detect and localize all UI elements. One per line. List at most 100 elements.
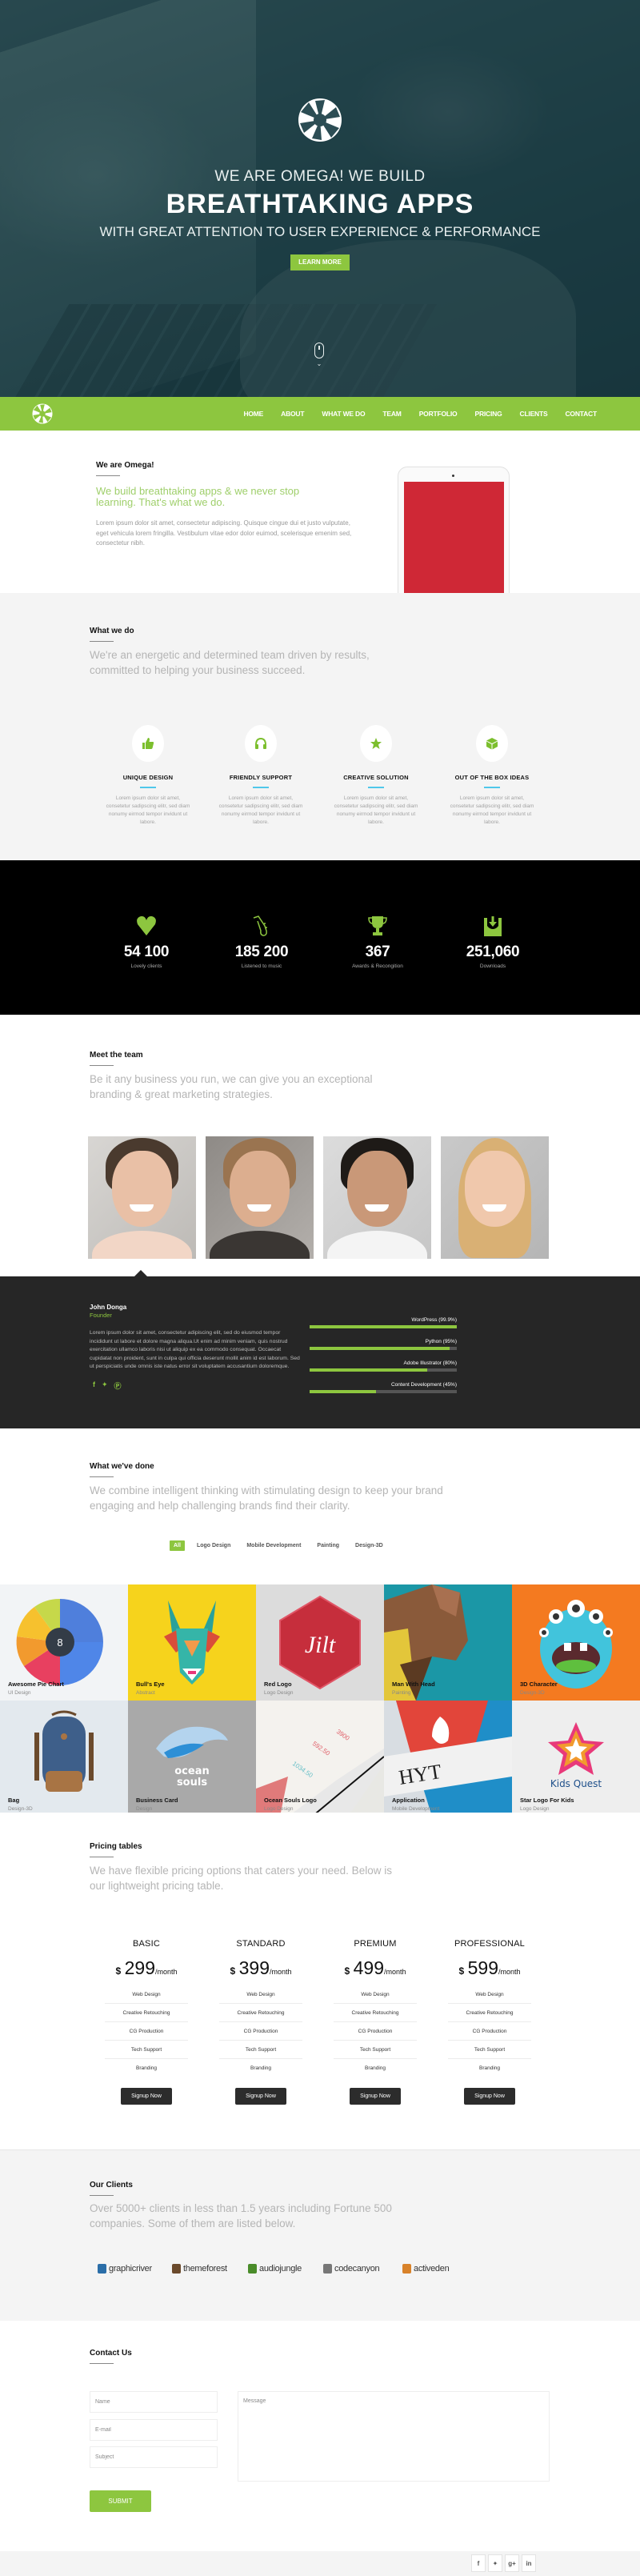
portfolio-item-title: Application [392, 1797, 425, 1804]
plan-period: /month [384, 1968, 406, 1976]
plan-feature: Web Design [448, 1985, 531, 2004]
service-description: Lorem ipsum dolor sit amet, consetetur s… [334, 795, 418, 825]
team-member-photo[interactable] [206, 1136, 314, 1259]
client-logo[interactable]: audiojungle [248, 2264, 302, 2274]
headphones-icon [255, 737, 266, 749]
member-role: Founder [90, 1312, 112, 1319]
signup-button[interactable]: Signup Now [235, 2088, 286, 2105]
section-label: Pricing tables [90, 1842, 142, 1857]
hero-kicker: WE ARE OMEGA! WE BUILD [214, 168, 426, 185]
client-name: activeden [414, 2264, 450, 2274]
portfolio-item[interactable]: 3D Character Design-3D [512, 1584, 640, 1701]
submit-button[interactable]: SUBMIT [90, 2490, 151, 2512]
skill-item: Python (95%) [310, 1339, 457, 1350]
learn-more-button[interactable]: LEARN MORE [290, 254, 350, 270]
service-description: Lorem ipsum dolor sit amet, consetetur s… [450, 795, 534, 825]
nav-item-about[interactable]: ABOUT [272, 397, 313, 431]
plan-period: /month [270, 1968, 292, 1976]
team-member-photo[interactable] [323, 1136, 431, 1259]
selected-member-pointer [134, 1270, 147, 1276]
linkedin-icon[interactable]: in [522, 2554, 536, 2572]
twitter-icon[interactable]: ✦ [102, 1380, 108, 1391]
team-member-photo[interactable] [441, 1136, 549, 1259]
service-icon-circle [476, 725, 508, 762]
email-field[interactable] [90, 2419, 218, 2441]
team-member-photo[interactable] [88, 1136, 196, 1259]
codecanyon-icon [323, 2264, 332, 2274]
signup-button[interactable]: Signup Now [350, 2088, 401, 2105]
service-card: OUT OF THE BOX IDEAS Lorem ipsum dolor s… [447, 725, 537, 827]
skills-list: WordPress (99.9%) Python (95%) Adobe Ill… [310, 1317, 457, 1404]
star-icon [370, 738, 382, 749]
google-plus-icon[interactable]: g+ [505, 2554, 519, 2572]
portfolio-item[interactable]: 8 Awesome Pie Chart UI Design [0, 1584, 128, 1701]
backpack-art [34, 1710, 94, 1792]
portfolio-item[interactable]: 3900 592.50 1034.50 Ocean Souls Logo Log… [256, 1701, 384, 1817]
nav-item-team[interactable]: TEAM [374, 397, 410, 431]
pinterest-icon[interactable]: Ⓟ [114, 1380, 122, 1391]
name-field[interactable] [90, 2391, 218, 2413]
nav-item-home[interactable]: HOME [234, 397, 272, 431]
member-social-links: f ✦ Ⓟ [93, 1380, 122, 1391]
mouse-scroll-icon[interactable] [314, 343, 324, 359]
client-logo[interactable]: activeden [402, 2264, 450, 2274]
trophy-icon [368, 916, 387, 935]
aperture-icon[interactable] [32, 403, 53, 424]
nav-item-what-we-do[interactable]: WHAT WE DO [313, 397, 374, 431]
portfolio-item-title: Bag [8, 1797, 20, 1804]
plan-features: Web Design Creative Retouching CG Produc… [102, 1985, 191, 2077]
service-title: CREATIVE SOLUTION [343, 774, 409, 781]
client-logo[interactable]: codecanyon [323, 2264, 380, 2274]
portfolio-item[interactable]: ocean souls Business Card Design [128, 1701, 256, 1817]
facebook-icon[interactable]: f [93, 1380, 95, 1391]
plan-price: $ 399/month [216, 1957, 306, 1979]
themeforest-icon [172, 2264, 181, 2274]
service-underline [253, 787, 269, 788]
filter-design-3d[interactable]: Design-3D [351, 1540, 387, 1551]
portfolio-item-category: Painting [392, 1690, 411, 1696]
signup-button[interactable]: Signup Now [121, 2088, 172, 2105]
portfolio-item[interactable]: Man With Head Painting [384, 1584, 512, 1701]
portfolio-item[interactable]: Bag Design-3D [0, 1701, 128, 1817]
member-smile [130, 1204, 154, 1212]
red-logo-art: Jilt [279, 1595, 361, 1690]
facebook-icon[interactable]: f [471, 2554, 486, 2572]
member-face [112, 1151, 172, 1227]
twitter-icon[interactable]: ✦ [488, 2554, 502, 2572]
portfolio-item[interactable]: Jilt Red Logo Logo Design [256, 1584, 384, 1701]
bull-mask-art [164, 1600, 220, 1685]
pricing-plan: BASIC $ 299/month Web Design Creative Re… [102, 1939, 191, 2105]
client-name: codecanyon [334, 2264, 380, 2274]
signup-button[interactable]: Signup Now [464, 2088, 515, 2105]
subject-field[interactable] [90, 2446, 218, 2468]
aperture-icon [298, 98, 342, 142]
filter-logo-design[interactable]: Logo Design [193, 1540, 234, 1551]
nav-item-portfolio[interactable]: PORTFOLIO [410, 397, 466, 431]
message-field[interactable] [238, 2391, 550, 2482]
client-name: graphicriver [109, 2264, 152, 2274]
clients-section: Our Clients Over 5000+ clients in less t… [0, 2149, 640, 2321]
client-logo[interactable]: themeforest [172, 2264, 227, 2274]
service-underline [484, 787, 500, 788]
portfolio-filters: All Logo Design Mobile Development Paint… [170, 1540, 387, 1551]
nav-item-contact[interactable]: CONTACT [556, 397, 606, 431]
skill-item: Adobe Illustrator (80%) [310, 1360, 457, 1372]
nav-item-pricing[interactable]: PRICING [466, 397, 510, 431]
portfolio-item[interactable]: HYT Application Mobile Development [384, 1701, 512, 1817]
client-logo[interactable]: graphicriver [98, 2264, 152, 2274]
filter-painting[interactable]: Painting [313, 1540, 343, 1551]
pie-chart-art: 8 [16, 1598, 103, 1685]
filter-mobile-development[interactable]: Mobile Development [242, 1540, 305, 1551]
portfolio-item[interactable]: Kids Quest Star Logo For Kids Logo Desig… [512, 1701, 640, 1817]
portfolio-item-title: Business Card [136, 1797, 178, 1804]
chevron-down-icon[interactable]: ⌄ [314, 360, 324, 367]
portfolio-item[interactable]: Bull's Eye Abstract [128, 1584, 256, 1701]
nav-item-clients[interactable]: CLIENTS [511, 397, 557, 431]
section-label: Meet the team [90, 1051, 143, 1066]
audiojungle-icon [248, 2264, 257, 2274]
plan-feature: CG Production [219, 2022, 302, 2041]
portfolio-item-category: Design [136, 1806, 153, 1812]
filter-all[interactable]: All [170, 1540, 185, 1551]
team-member-detail: John Donga Founder Lorem ipsum dolor sit… [0, 1276, 640, 1428]
portfolio-item-category: Mobile Development [392, 1806, 440, 1812]
